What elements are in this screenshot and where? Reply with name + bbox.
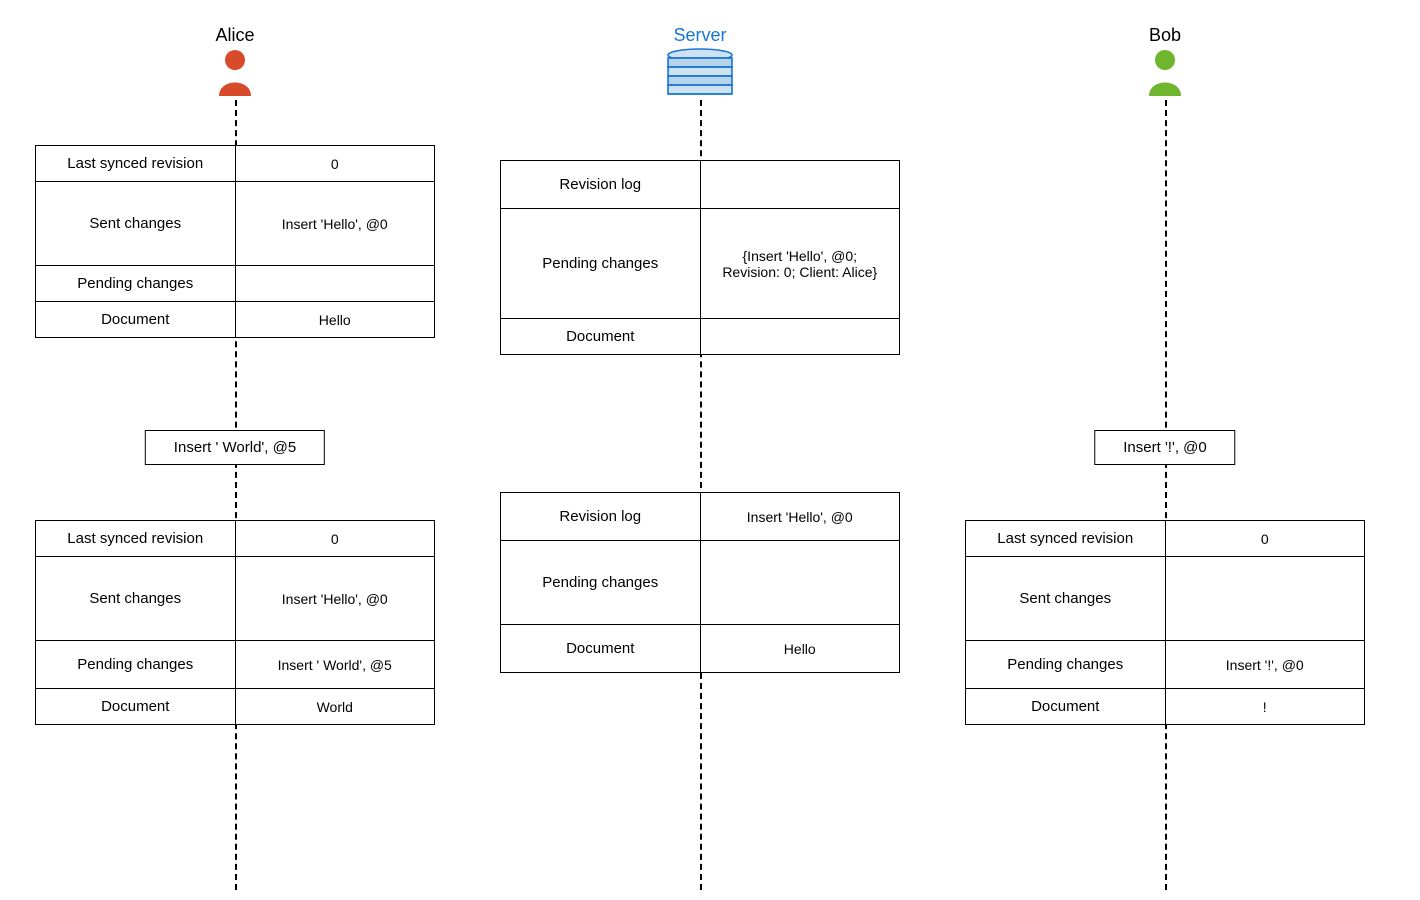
lifeline-bob — [1165, 100, 1167, 890]
server-icon — [665, 48, 735, 104]
cell-value: Hello — [700, 625, 900, 673]
cell-value: Insert ' World', @5 — [235, 641, 435, 689]
cell-value: Hello — [235, 302, 435, 338]
bob-operation: Insert '!', @0 — [1094, 430, 1235, 465]
person-icon — [1145, 48, 1185, 100]
cell-label: Last synced revision — [966, 521, 1166, 557]
cell-value — [700, 161, 900, 209]
table-row: Pending changes {Insert 'Hello', @0; Rev… — [501, 209, 900, 319]
cell-value: {Insert 'Hello', @0; Revision: 0; Client… — [700, 209, 900, 319]
cell-label: Sent changes — [36, 182, 236, 266]
alice-state-1: Last synced revision 0 Sent changes Inse… — [35, 145, 435, 338]
cell-value — [235, 266, 435, 302]
cell-label: Last synced revision — [36, 146, 236, 182]
cell-value: Insert '!', @0 — [1165, 641, 1365, 689]
table-row: Pending changes Insert '!', @0 — [966, 641, 1365, 689]
bob-state-2: Last synced revision 0 Sent changes Pend… — [965, 520, 1365, 725]
cell-value — [700, 541, 900, 625]
table-row: Last synced revision 0 — [966, 521, 1365, 557]
cell-label: Document — [36, 302, 236, 338]
lane-server: Server Revision log Pending changes — [500, 0, 900, 900]
cell-value: Insert 'Hello', @0 — [700, 493, 900, 541]
table-row: Sent changes Insert 'Hello', @0 — [36, 182, 435, 266]
alice-state-2: Last synced revision 0 Sent changes Inse… — [35, 520, 435, 725]
lane-bob: Bob Insert '!', @0 Last synced revision … — [965, 0, 1365, 900]
cell-label: Document — [501, 319, 701, 355]
person-icon — [215, 48, 255, 100]
lane-alice: Alice Last synced revision 0 Sent change… — [35, 0, 435, 900]
cell-label: Sent changes — [966, 557, 1166, 641]
cell-label: Pending changes — [36, 641, 236, 689]
server-state-2: Revision log Insert 'Hello', @0 Pending … — [500, 492, 900, 673]
cell-label: Pending changes — [501, 541, 701, 625]
table-row: Document World — [36, 689, 435, 725]
cell-value: Insert 'Hello', @0 — [235, 557, 435, 641]
lane-title-server: Server — [500, 25, 900, 46]
server-state-1: Revision log Pending changes {Insert 'He… — [500, 160, 900, 355]
cell-value: 0 — [235, 146, 435, 182]
table-row: Document — [501, 319, 900, 355]
cell-label: Pending changes — [501, 209, 701, 319]
lane-title-alice: Alice — [35, 25, 435, 46]
cell-label: Pending changes — [966, 641, 1166, 689]
cell-label: Revision log — [501, 161, 701, 209]
table-row: Document ! — [966, 689, 1365, 725]
table-row: Sent changes — [966, 557, 1365, 641]
cell-label: Sent changes — [36, 557, 236, 641]
cell-label: Last synced revision — [36, 521, 236, 557]
table-row: Pending changes — [501, 541, 900, 625]
table-row: Pending changes Insert ' World', @5 — [36, 641, 435, 689]
lane-title-bob: Bob — [965, 25, 1365, 46]
table-row: Pending changes — [36, 266, 435, 302]
cell-value — [700, 319, 900, 355]
cell-value — [1165, 557, 1365, 641]
alice-operation: Insert ' World', @5 — [145, 430, 325, 465]
table-row: Revision log — [501, 161, 900, 209]
cell-label: Pending changes — [36, 266, 236, 302]
cell-value: Insert 'Hello', @0 — [235, 182, 435, 266]
table-row: Sent changes Insert 'Hello', @0 — [36, 557, 435, 641]
cell-value: 0 — [235, 521, 435, 557]
cell-value: ! — [1165, 689, 1365, 725]
cell-label: Document — [36, 689, 236, 725]
cell-label: Document — [966, 689, 1166, 725]
table-row: Document Hello — [36, 302, 435, 338]
table-row: Document Hello — [501, 625, 900, 673]
cell-value: 0 — [1165, 521, 1365, 557]
table-row: Last synced revision 0 — [36, 521, 435, 557]
table-row: Revision log Insert 'Hello', @0 — [501, 493, 900, 541]
cell-label: Revision log — [501, 493, 701, 541]
cell-value: World — [235, 689, 435, 725]
table-row: Last synced revision 0 — [36, 146, 435, 182]
cell-label: Document — [501, 625, 701, 673]
